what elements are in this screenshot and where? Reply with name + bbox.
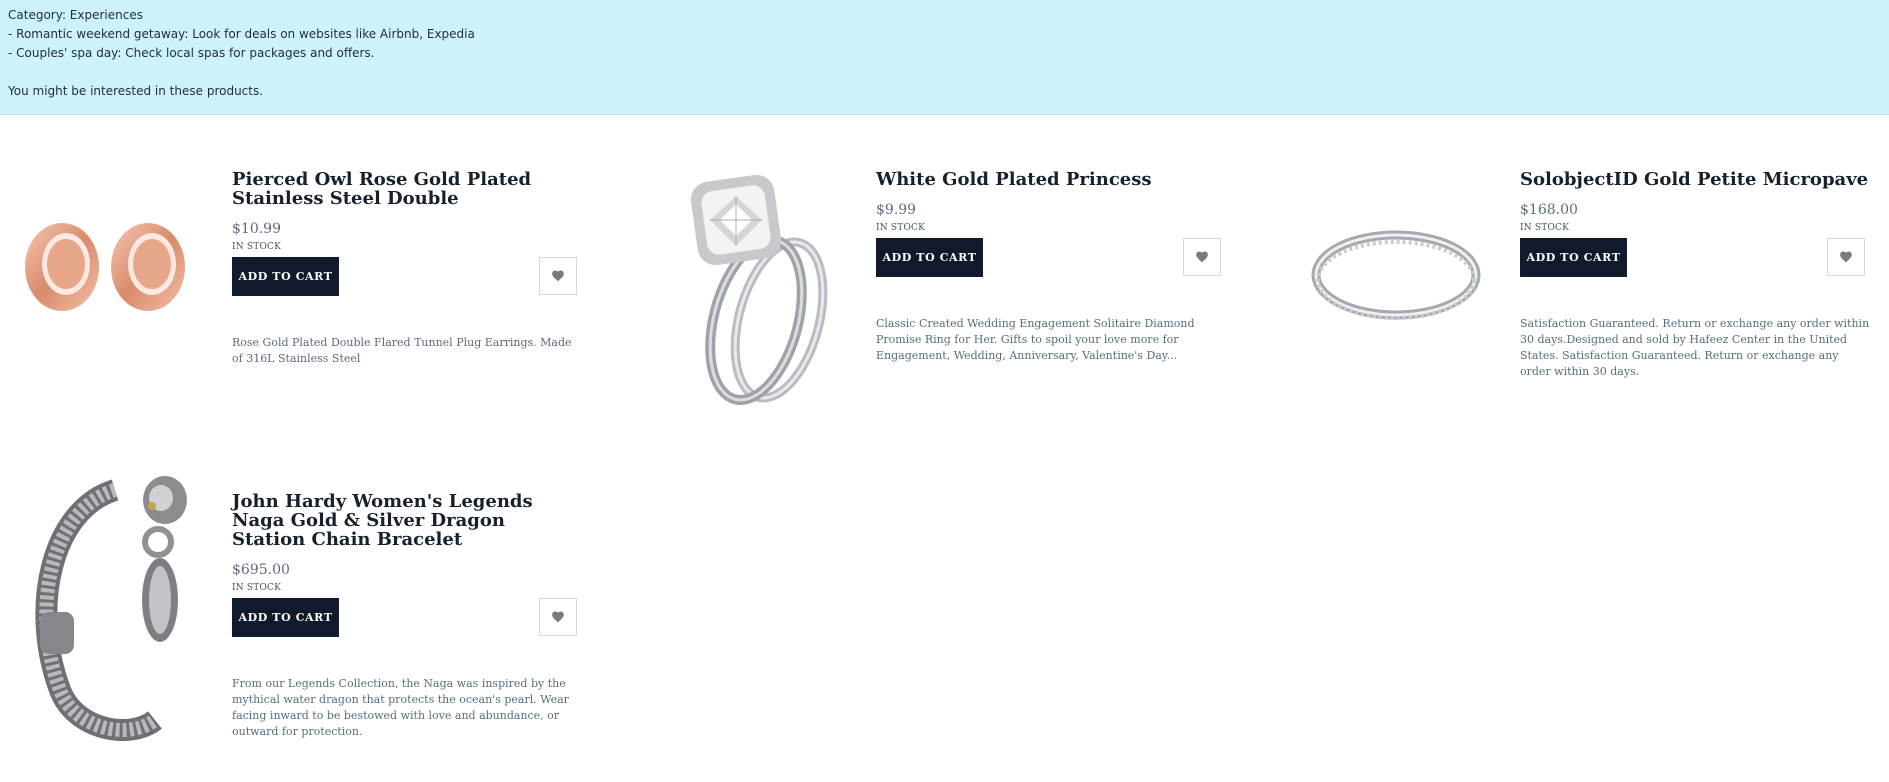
engagement-ring-image [690, 174, 828, 405]
banner-suggestion-line: - Romantic weekend getaway: Look for dea… [8, 27, 475, 41]
add-to-cart-button[interactable]: ADD TO CART [232, 257, 339, 296]
banner-spacer-line [8, 63, 1881, 82]
product-image[interactable] [1308, 170, 1498, 420]
product-actions: ADD TO CART [232, 598, 582, 638]
stock-status: IN STOCK [1520, 223, 1570, 233]
stock-status: IN STOCK [232, 583, 282, 593]
product-description: Satisfaction Guaranteed. Return or excha… [1520, 317, 1870, 378]
product-card: White Gold Plated Princess $9.99 IN STOC… [664, 170, 1264, 460]
dragon-bracelet-image [35, 476, 187, 741]
stock-status: IN STOCK [232, 242, 282, 252]
add-to-cart-button[interactable]: ADD TO CART [876, 238, 983, 277]
product-description: Rose Gold Plated Double Flared Tunnel Pl… [232, 336, 572, 365]
wishlist-button[interactable] [1827, 238, 1865, 276]
product-info: SolobjectID Gold Petite Micropave $168.0… [1520, 170, 1870, 380]
product-info: John Hardy Women's Legends Naga Gold & S… [232, 492, 582, 740]
product-actions: ADD TO CART [232, 257, 582, 297]
product-title[interactable]: John Hardy Women's Legends Naga Gold & S… [232, 492, 582, 549]
product-card: John Hardy Women's Legends Naga Gold & S… [20, 476, 620, 782]
product-actions: ADD TO CART [876, 238, 1226, 278]
wishlist-button[interactable] [539, 598, 577, 636]
product-price: $168.00 [1520, 202, 1578, 218]
product-card: Pierced Owl Rose Gold Plated Stainless S… [20, 170, 620, 460]
heart-icon [552, 611, 564, 623]
product-description: From our Legends Collection, the Naga wa… [232, 677, 569, 738]
product-info: White Gold Plated Princess $9.99 IN STOC… [876, 170, 1226, 364]
product-actions: ADD TO CART [1520, 238, 1870, 278]
micropave-band-image [1311, 230, 1481, 320]
category-banner: Category: Experiences - Romantic weekend… [0, 0, 1889, 115]
tunnel-earrings-image [25, 223, 185, 311]
stock-status: IN STOCK [876, 223, 926, 233]
add-to-cart-button[interactable]: ADD TO CART [1520, 238, 1627, 277]
add-to-cart-button[interactable]: ADD TO CART [232, 598, 339, 637]
wishlist-button[interactable] [539, 257, 577, 295]
banner-suggestion-line: - Couples' spa day: Check local spas for… [8, 46, 375, 60]
product-card: SolobjectID Gold Petite Micropave $168.0… [1308, 170, 1889, 460]
product-title[interactable]: White Gold Plated Princess [876, 170, 1226, 189]
product-image[interactable] [20, 170, 210, 420]
product-price: $695.00 [232, 562, 290, 578]
product-image[interactable] [664, 170, 854, 420]
product-title[interactable]: SolobjectID Gold Petite Micropave [1520, 170, 1870, 189]
product-title[interactable]: Pierced Owl Rose Gold Plated Stainless S… [232, 170, 582, 208]
product-price: $9.99 [876, 202, 917, 218]
product-info: Pierced Owl Rose Gold Plated Stainless S… [232, 170, 582, 367]
heart-icon [552, 270, 564, 282]
product-price: $10.99 [232, 221, 281, 237]
banner-interest-line: You might be interested in these product… [8, 84, 264, 98]
heart-icon [1196, 251, 1208, 263]
heart-icon [1840, 251, 1852, 263]
banner-category-line: Category: Experiences [8, 8, 143, 22]
wishlist-button[interactable] [1183, 238, 1221, 276]
product-description: Classic Created Wedding Engagement Solit… [876, 317, 1195, 362]
product-image[interactable] [20, 470, 210, 742]
